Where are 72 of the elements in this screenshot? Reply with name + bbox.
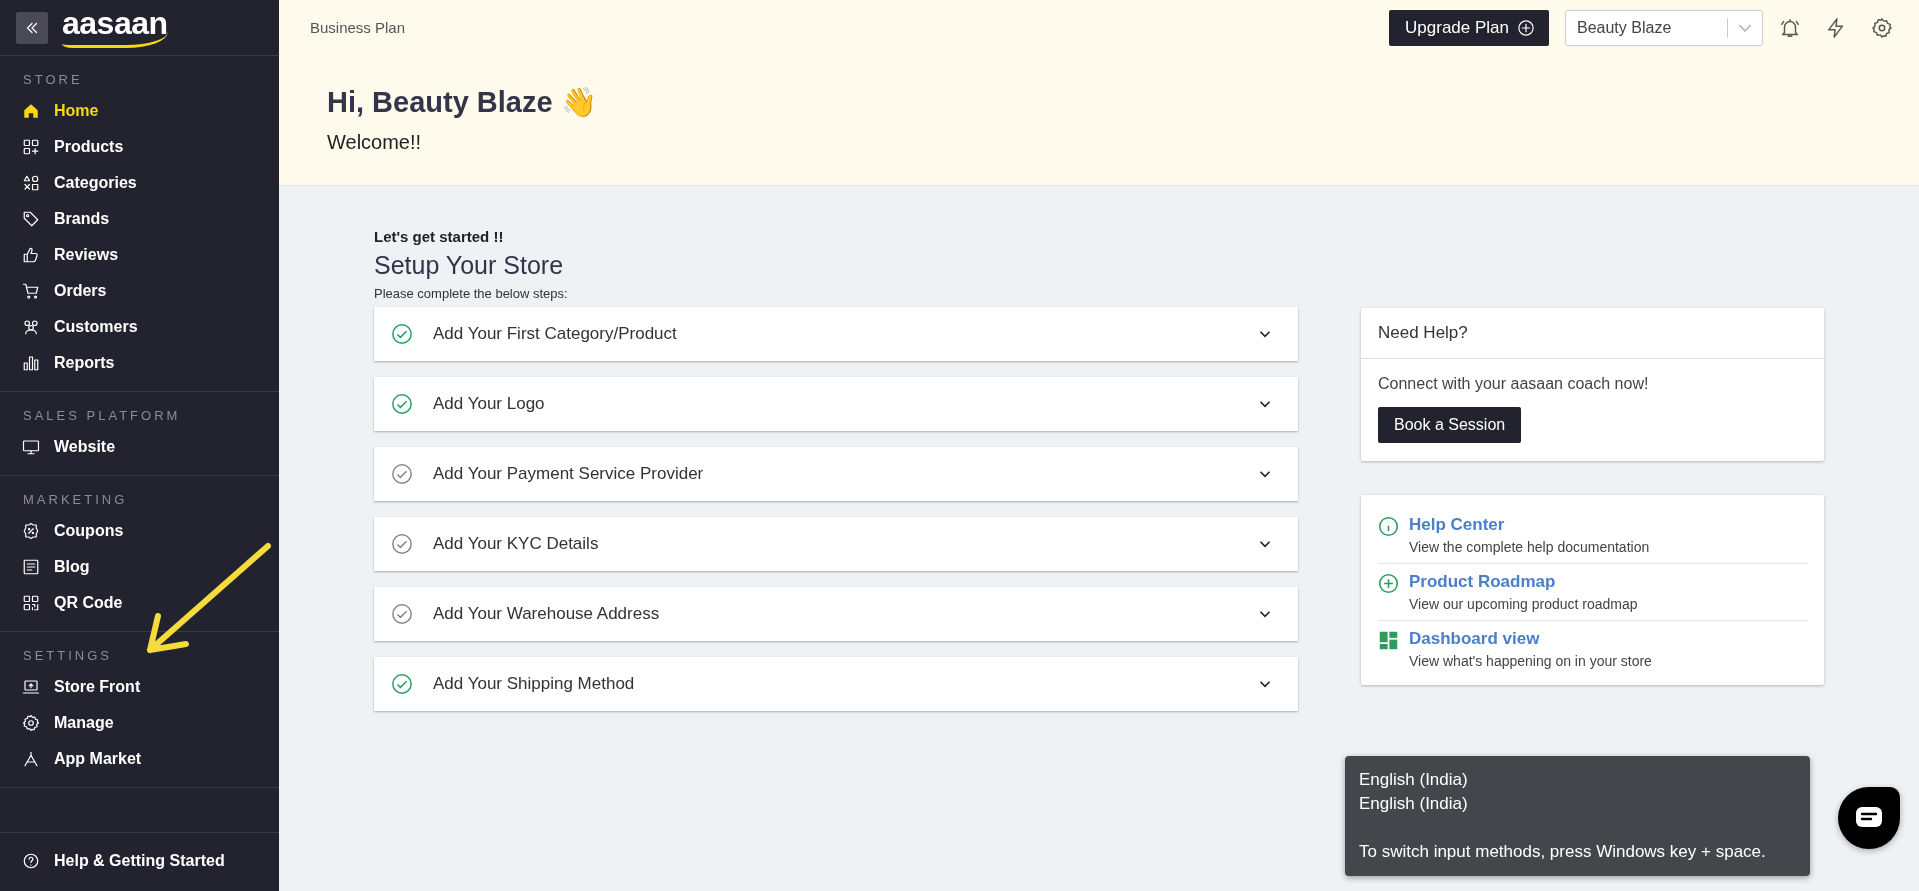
monitor-icon	[22, 438, 40, 456]
plus-circle-icon	[1378, 573, 1399, 594]
section-heading: MARKETING	[22, 492, 129, 509]
link-title[interactable]: Product Roadmap	[1409, 572, 1638, 592]
laptop-icon	[22, 678, 40, 696]
sidebar-item[interactable]: Coupons	[0, 513, 279, 549]
setup-step[interactable]: Add Your Warehouse Address	[374, 587, 1298, 641]
setup-step[interactable]: Add Your Shipping Method	[374, 657, 1298, 711]
setup-step[interactable]: Add Your Payment Service Provider	[374, 447, 1298, 501]
cart-icon	[22, 282, 40, 300]
store-select[interactable]: Beauty Blaze	[1565, 9, 1763, 46]
shapes-icon	[22, 174, 40, 192]
sidebar-item[interactable]: Manage	[0, 705, 279, 741]
tooltip-hint: To switch input methods, press Windows key + space.	[1359, 841, 1767, 863]
instruction-text: Please complete the below steps:	[374, 286, 569, 301]
sidebar-item[interactable]: Categories	[0, 165, 279, 201]
qr-code-icon	[22, 594, 40, 612]
sidebar-item[interactable]: Website	[0, 429, 279, 465]
greeting-title: Hi, Beauty Blaze 👋	[327, 85, 598, 119]
link-title[interactable]: Help Center	[1409, 515, 1650, 535]
card-title: Need Help?	[1361, 308, 1824, 359]
tooltip-line: English (India)	[1359, 793, 1469, 815]
tag-icon	[22, 210, 40, 228]
setup-step[interactable]: Add Your KYC Details	[374, 517, 1298, 571]
logo: aasaan	[62, 7, 168, 48]
sidebar-item[interactable]: Orders	[0, 273, 279, 309]
sidebar-item[interactable]: Blog	[0, 549, 279, 585]
setup-title: Setup Your Store	[374, 251, 565, 280]
sidebar-item[interactable]: Help & Getting Started	[0, 843, 279, 879]
collapse-button[interactable]	[16, 11, 48, 44]
help-icon	[22, 852, 40, 870]
grid-plus-icon	[22, 138, 40, 156]
compass-tool-icon	[22, 750, 40, 768]
sidebar-item[interactable]: Home	[0, 93, 279, 129]
home-icon	[22, 102, 40, 120]
gear-icon	[1871, 16, 1893, 39]
info-icon	[1378, 516, 1399, 537]
users-icon	[22, 318, 40, 336]
welcome-text: Welcome!!	[327, 131, 423, 154]
sidebar-item[interactable]: Reviews	[0, 237, 279, 273]
link-description: View our upcoming product roadmap	[1409, 596, 1638, 612]
sidebar-item[interactable]: Store Front	[0, 669, 279, 705]
link-title[interactable]: Dashboard view	[1409, 629, 1652, 649]
settings-icon	[22, 714, 40, 732]
tooltip-line: English (India)	[1359, 769, 1469, 791]
sidebar-item[interactable]: App Market	[0, 741, 279, 777]
sidebar-item[interactable]: Customers	[0, 309, 279, 345]
sidebar-item[interactable]: Brands	[0, 201, 279, 237]
thumbs-up-icon	[22, 246, 40, 264]
section-heading: STORE	[22, 72, 84, 89]
sidebar-item[interactable]: Products	[0, 129, 279, 165]
sidebar-item[interactable]: QR Code	[0, 585, 279, 621]
link-description: View what's happening on in your store	[1409, 653, 1652, 669]
setup-step[interactable]: Add Your Logo	[374, 377, 1298, 431]
section-heading: SETTINGS	[22, 648, 113, 665]
dashboard-icon	[1378, 630, 1399, 651]
upgrade-button[interactable]: Upgrade Plan	[1389, 9, 1549, 46]
chevron-down-icon	[1738, 23, 1752, 32]
section-heading: SALES PLATFORM	[22, 408, 182, 425]
link-description: View the complete help documentation	[1409, 539, 1650, 555]
plus-circle-icon	[1517, 18, 1535, 37]
bell-icon	[1779, 16, 1801, 39]
kicker-text: Let's get started !!	[374, 228, 505, 245]
chat-icon	[1856, 807, 1882, 829]
bar-chart-icon	[22, 354, 40, 372]
book-session-button[interactable]: Book a Session	[1378, 407, 1522, 443]
plan-label: Business Plan	[310, 19, 407, 36]
coach-text: Connect with your aasaan coach now!	[1378, 375, 1650, 393]
sidebar-item[interactable]: Reports	[0, 345, 279, 381]
document-icon	[22, 558, 40, 576]
coupon-icon	[22, 522, 40, 540]
setup-step[interactable]: Add Your First Category/Product	[374, 307, 1298, 361]
